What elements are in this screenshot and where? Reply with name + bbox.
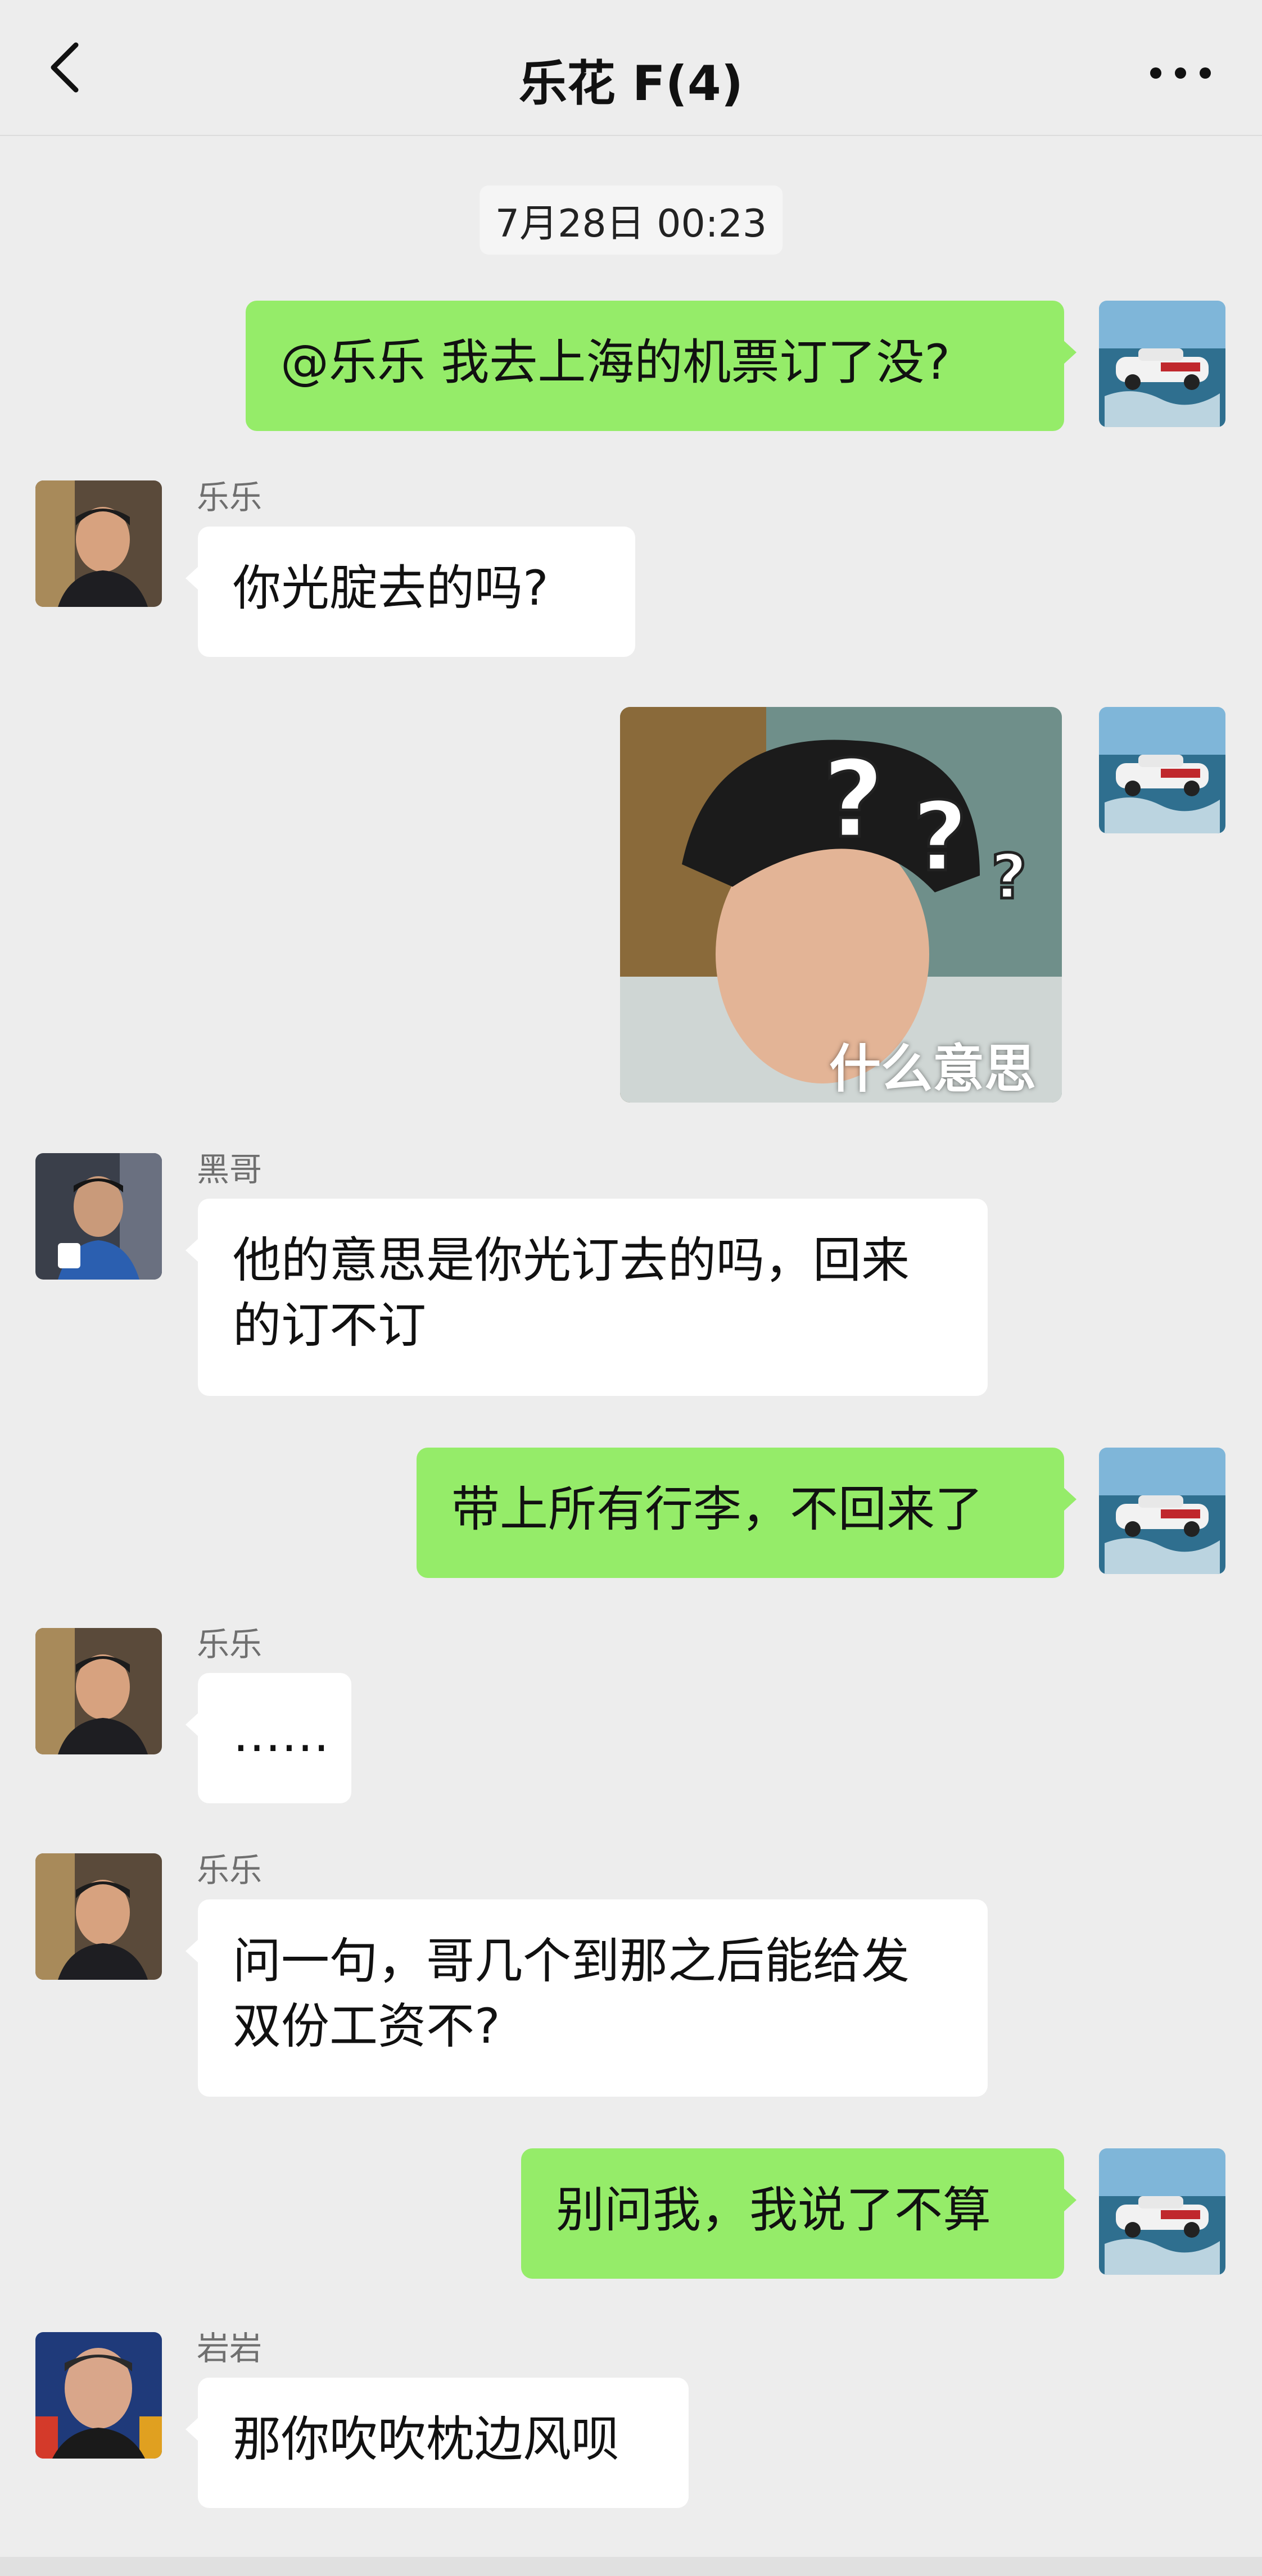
sender-avatar[interactable] bbox=[35, 1153, 162, 1280]
svg-text:?: ? bbox=[991, 841, 1027, 913]
sender-avatar[interactable] bbox=[35, 2332, 162, 2459]
received-message-bubble[interactable]: 那你吹吹枕边风呗 bbox=[186, 2378, 689, 2508]
message-text: 你光腚去的吗? bbox=[233, 560, 549, 616]
received-message-bubble[interactable]: 他的意思是你光订去的吗，回来 的订不订 bbox=[186, 1199, 988, 1396]
my-avatar[interactable] bbox=[1099, 301, 1225, 427]
svg-text:?: ? bbox=[912, 782, 968, 893]
message-text-line: 他的意思是你光订去的吗，回来 bbox=[233, 1232, 910, 1289]
sender-name: 乐乐 bbox=[197, 478, 263, 516]
received-message-bubble[interactable]: …… bbox=[186, 1673, 351, 1803]
my-avatar[interactable] bbox=[1099, 2148, 1225, 2275]
chat-title: 乐花 F(4) bbox=[518, 56, 744, 112]
input-bar-edge bbox=[0, 2557, 1262, 2576]
message-text: @乐乐 我去上海的机票订了没? bbox=[281, 334, 950, 391]
sender-name: 岩岩 bbox=[197, 2329, 263, 2368]
sticker-image[interactable]: ? ? ? 什么意思 bbox=[620, 707, 1062, 1103]
message-timestamp: 7月28日 00:23 bbox=[479, 185, 783, 255]
message-text: 别问我，我说了不算 bbox=[556, 2182, 991, 2238]
ellipsis-icon bbox=[1150, 67, 1211, 79]
received-message-bubble[interactable]: 问一句，哥几个到那之后能给发 双份工资不? bbox=[186, 1899, 988, 2097]
more-options-button[interactable] bbox=[1136, 45, 1225, 101]
message-text: 那你吹吹枕边风呗 bbox=[233, 2411, 619, 2468]
sticker-caption: 什么意思 bbox=[829, 1039, 1037, 1099]
message-text: 带上所有行李，不回来了 bbox=[451, 1481, 983, 1538]
sender-name: 乐乐 bbox=[197, 1851, 263, 1889]
sent-message-bubble[interactable]: 别问我，我说了不算 bbox=[521, 2148, 1076, 2279]
sender-name: 乐乐 bbox=[197, 1625, 263, 1663]
message-text-line: 问一句，哥几个到那之后能给发 bbox=[233, 1933, 910, 1989]
received-message-bubble[interactable]: 你光腚去的吗? bbox=[186, 527, 635, 657]
sender-avatar[interactable] bbox=[35, 1628, 162, 1754]
message-text: …… bbox=[233, 1707, 329, 1763]
sender-avatar[interactable] bbox=[35, 1853, 162, 1980]
message-text-line: 双份工资不? bbox=[233, 1998, 500, 2055]
svg-text:?: ? bbox=[822, 737, 884, 861]
sender-avatar[interactable] bbox=[35, 480, 162, 607]
sender-name: 黑哥 bbox=[197, 1150, 263, 1189]
my-avatar[interactable] bbox=[1099, 707, 1225, 833]
sent-message-bubble[interactable]: @乐乐 我去上海的机票订了没? bbox=[246, 301, 1076, 431]
sent-message-bubble[interactable]: 带上所有行李，不回来了 bbox=[417, 1448, 1076, 1578]
message-text-line: 的订不订 bbox=[233, 1298, 426, 1354]
my-avatar[interactable] bbox=[1099, 1448, 1225, 1574]
chat-header: 乐花 F(4) bbox=[0, 0, 1262, 136]
